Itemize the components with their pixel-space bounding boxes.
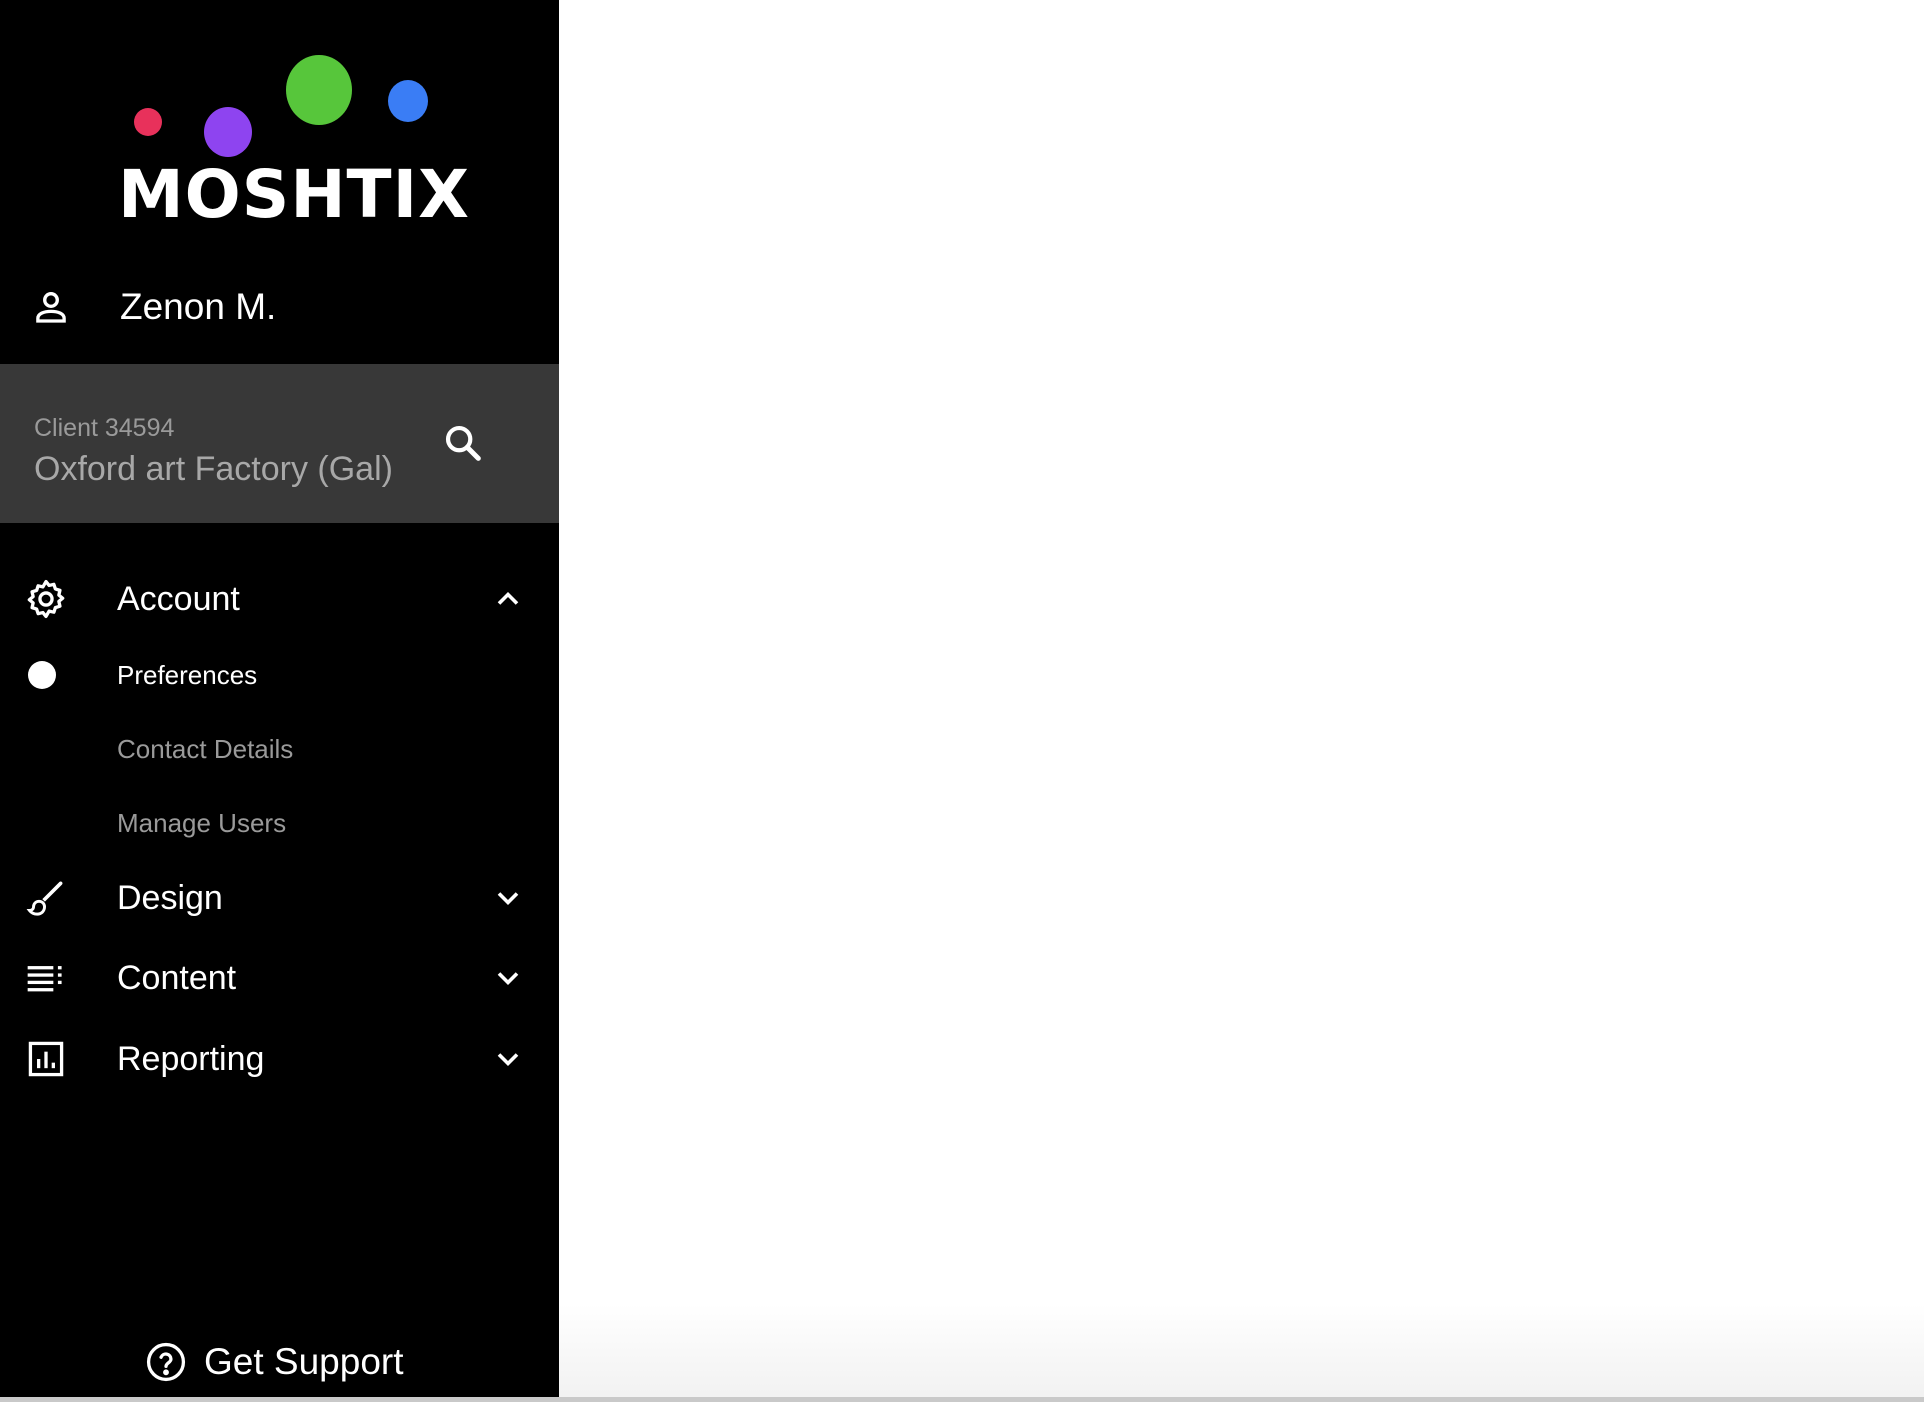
logo-dot-pink bbox=[134, 108, 162, 136]
help-circle-icon bbox=[144, 1340, 188, 1384]
search-icon[interactable] bbox=[440, 420, 486, 466]
nav-design-label: Design bbox=[117, 878, 223, 917]
nav-sub-manage-users-label: Manage Users bbox=[117, 807, 287, 838]
logo-dot-purple bbox=[204, 107, 252, 157]
main-content-area bbox=[559, 0, 1924, 1402]
list-icon bbox=[24, 956, 68, 1000]
nav-content-label: Content bbox=[117, 958, 237, 997]
nav-design[interactable]: Design bbox=[0, 863, 559, 933]
client-name: Oxford art Factory (Gal) bbox=[34, 450, 393, 488]
client-id: Client 34594 bbox=[34, 414, 175, 442]
nav-account[interactable]: Account bbox=[0, 564, 559, 634]
logo-dot-blue bbox=[388, 80, 428, 122]
chevron-down-icon[interactable] bbox=[490, 880, 526, 916]
logo-dot-green bbox=[286, 55, 352, 125]
person-icon bbox=[30, 286, 72, 328]
nav-reporting[interactable]: Reporting bbox=[0, 1024, 559, 1094]
nav-account-label: Account bbox=[117, 579, 240, 618]
paintbrush-icon bbox=[24, 876, 68, 920]
gear-icon bbox=[24, 577, 68, 621]
sidebar: MOSHTIX Zenon M. Client 34594 Oxford art… bbox=[0, 0, 559, 1397]
get-support-label: Get Support bbox=[204, 1341, 404, 1382]
nav-content[interactable]: Content bbox=[0, 943, 559, 1013]
active-indicator-dot bbox=[28, 661, 56, 689]
nav-sub-contact-details-label: Contact Details bbox=[117, 733, 294, 764]
nav-sub-preferences-label: Preferences bbox=[117, 659, 258, 690]
nav-sub-preferences[interactable]: Preferences bbox=[0, 645, 559, 705]
moshtix-logo[interactable]: MOSHTIX bbox=[118, 50, 471, 233]
user-profile[interactable]: Zenon M. bbox=[30, 282, 276, 332]
chevron-up-icon[interactable] bbox=[490, 581, 526, 617]
bar-chart-icon bbox=[24, 1037, 68, 1081]
get-support-link[interactable]: Get Support bbox=[144, 1336, 404, 1388]
nav-sub-contact-details[interactable]: Contact Details bbox=[0, 719, 559, 779]
nav-sub-manage-users[interactable]: Manage Users bbox=[0, 793, 559, 853]
logo-wordmark: MOSHTIX bbox=[118, 156, 471, 233]
window-bottom-edge bbox=[0, 1397, 1924, 1402]
nav-reporting-label: Reporting bbox=[117, 1039, 265, 1078]
user-name: Zenon M. bbox=[120, 286, 277, 327]
chevron-down-icon[interactable] bbox=[490, 960, 526, 996]
chevron-down-icon[interactable] bbox=[490, 1041, 526, 1077]
